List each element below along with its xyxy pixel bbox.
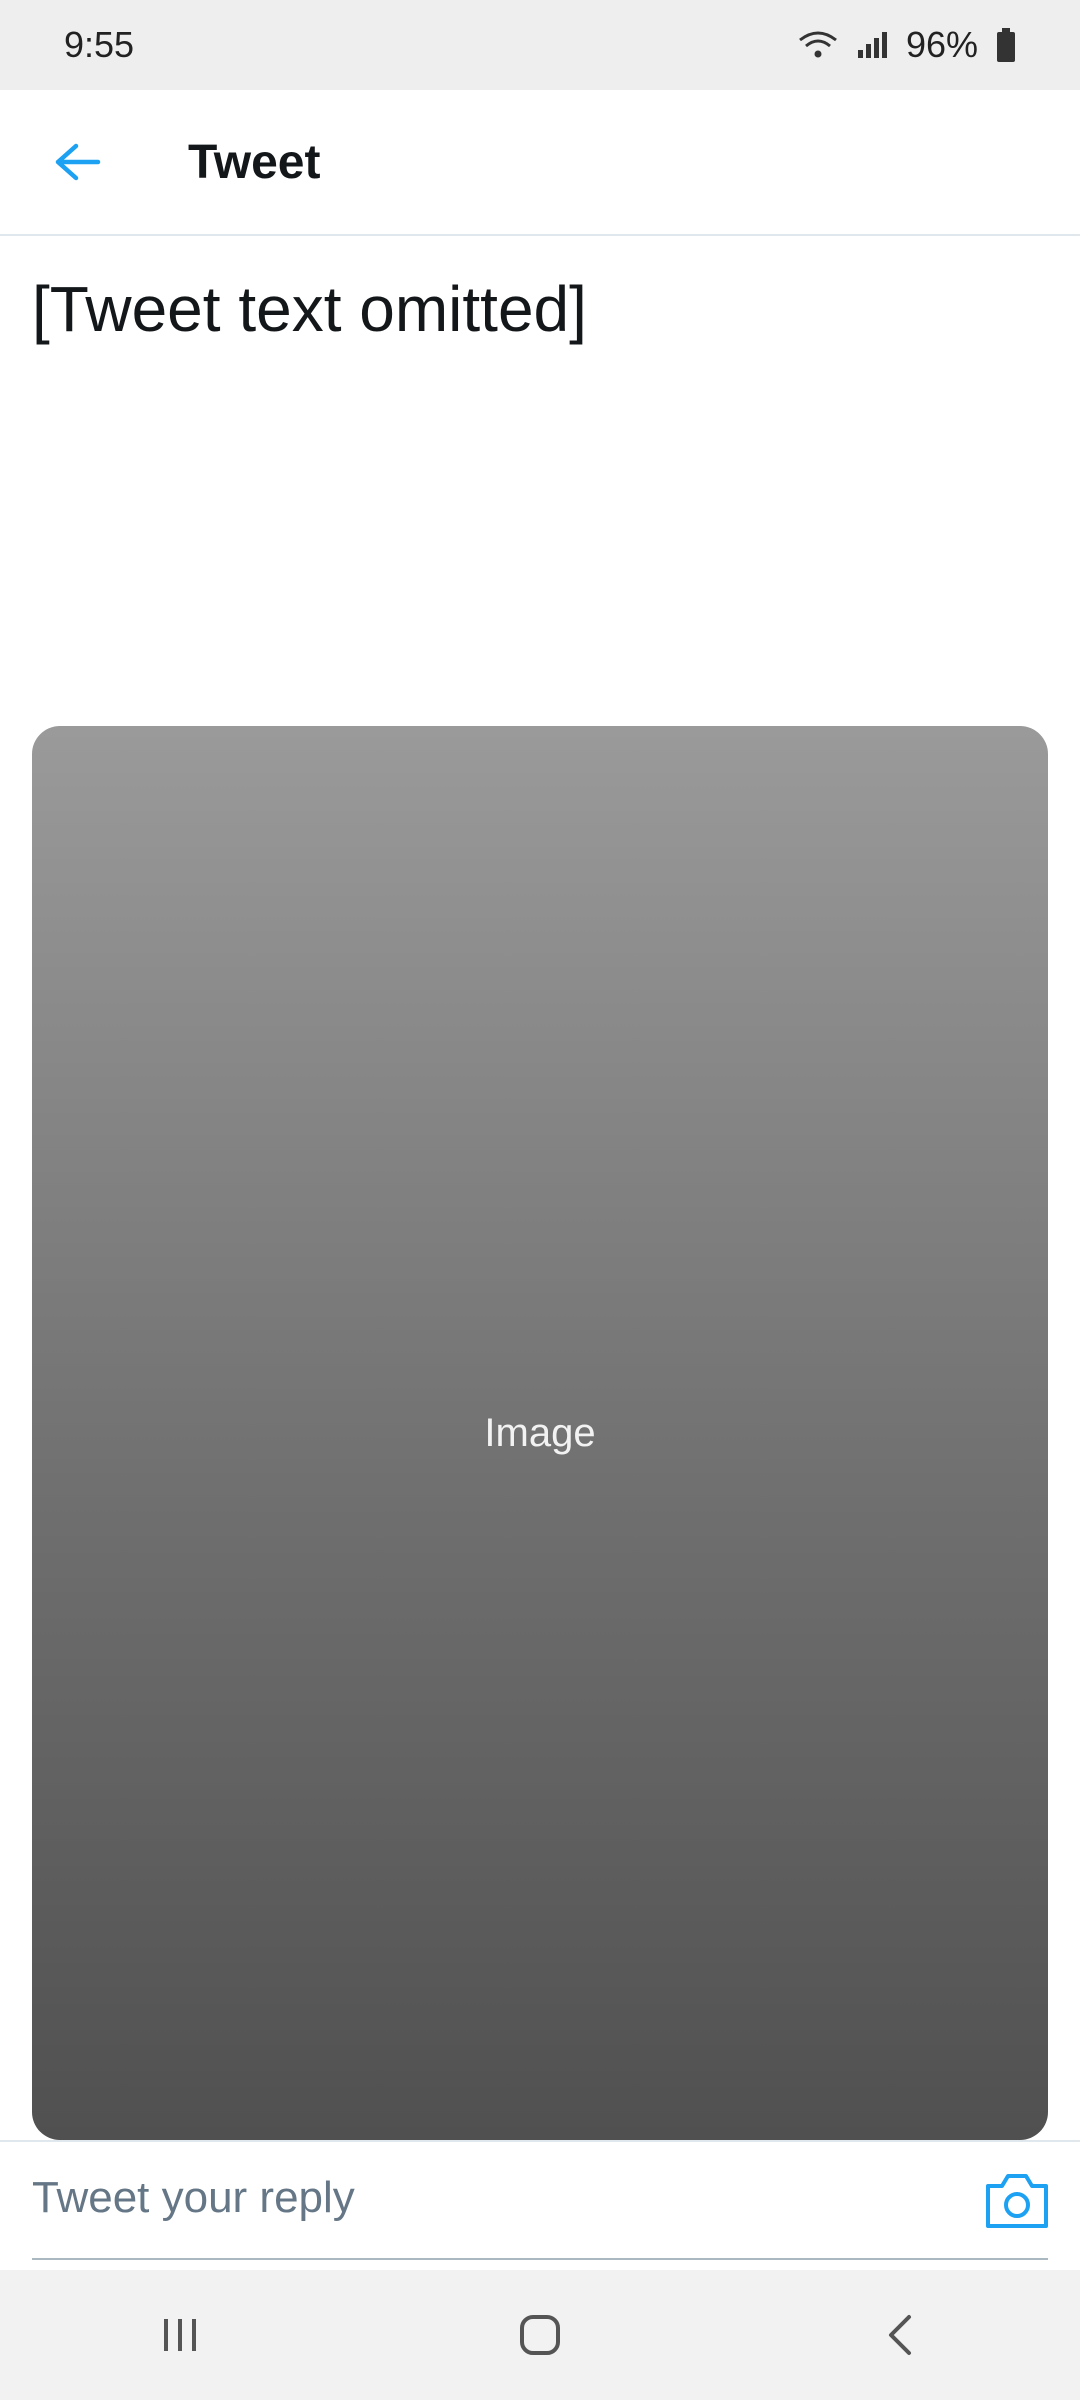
header: Tweet: [0, 90, 1080, 236]
clock: 9:55: [64, 24, 135, 65]
recents-button[interactable]: [120, 2285, 240, 2385]
signal-icon: [857, 32, 887, 58]
reply-input[interactable]: [32, 2162, 932, 2234]
back-button[interactable]: [28, 112, 128, 212]
tweet-text: [Tweet text omitted]: [32, 273, 587, 345]
home-button[interactable]: [480, 2285, 600, 2385]
battery-percent: 96%: [905, 24, 978, 65]
system-nav-bar: [0, 2270, 1080, 2400]
arrow-left-icon: [55, 143, 101, 181]
reply-underline: [32, 2258, 1048, 2260]
camera-icon[interactable]: [982, 2168, 1052, 2232]
home-icon: [520, 2315, 560, 2355]
back-nav-button[interactable]: [840, 2285, 960, 2385]
recents-icon: [164, 2319, 196, 2351]
status-bar: 9:55 96%: [0, 0, 1080, 90]
wifi-icon: [799, 31, 837, 58]
battery-icon: [997, 28, 1015, 62]
tweet-media[interactable]: Image: [32, 726, 1048, 2140]
chevron-left-icon: [889, 2315, 911, 2355]
page-title: Tweet: [188, 135, 321, 189]
status-right: 96%: [798, 24, 1016, 66]
status-left: 9:55: [64, 24, 134, 66]
media-label: Image: [484, 1410, 596, 1455]
reply-bar: [0, 2140, 1080, 2270]
